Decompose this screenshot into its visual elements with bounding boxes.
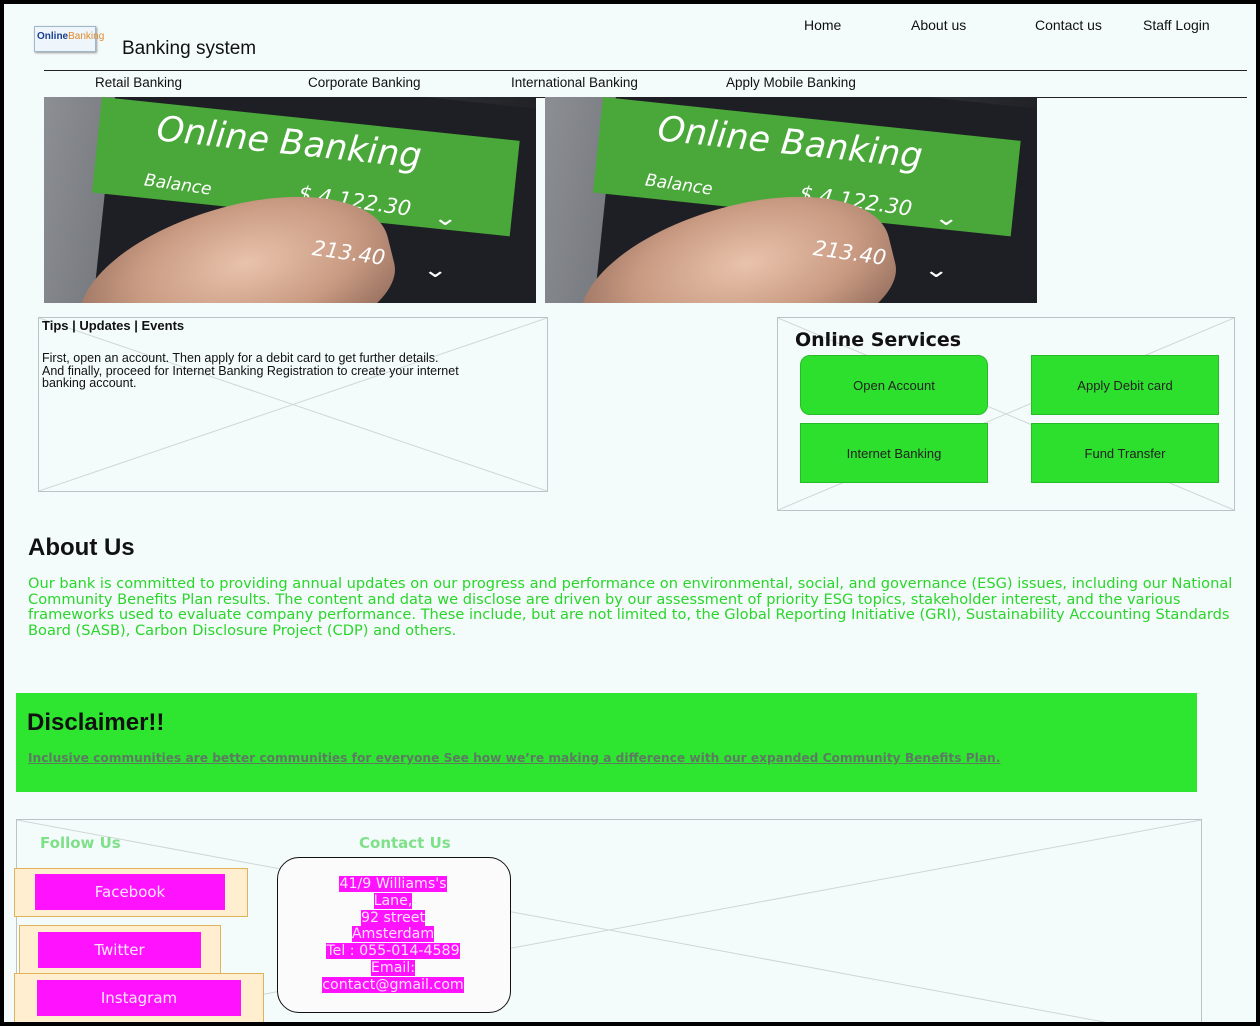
contact-us-title: Contact Us [359,834,451,852]
subnav-international-banking[interactable]: International Banking [511,75,638,90]
subnav-retail-banking[interactable]: Retail Banking [95,75,182,90]
nav-staff-login-link[interactable]: Staff Login [1143,17,1210,33]
page-frame: OnlineBanking Banking system Home About … [0,0,1260,1026]
online-services-title: Online Services [795,329,962,351]
contact-email[interactable]: contact@gmail.com [322,976,464,993]
twitter-button[interactable]: Twitter [38,932,201,968]
hero-image-right: Online Banking Balance $ 4,122.30 ⌄ 213.… [545,97,1037,303]
disclaimer-heading: Disclaimer!! [27,709,165,736]
contact-address-line1: 41/9 Williams's [339,876,447,892]
disclaimer-link[interactable]: Inclusive communities are better communi… [28,752,1178,765]
contact-details: 41/9 Williams's Lane, 92 street Amsterda… [277,876,509,994]
apply-debit-card-button[interactable]: Apply Debit card [1031,355,1219,415]
open-account-button[interactable]: Open Account [800,355,988,415]
header-divider [44,70,1247,71]
subnav-corporate-banking[interactable]: Corporate Banking [308,75,421,90]
tips-panel [38,317,548,492]
subnav-apply-mobile-banking[interactable]: Apply Mobile Banking [726,75,856,90]
tips-title: Tips | Updates | Events [42,318,185,333]
logo-word-online: Online [37,31,69,42]
fund-transfer-button[interactable]: Fund Transfer [1031,423,1219,483]
nav-home-link[interactable]: Home [804,17,841,33]
nav-contact-link[interactable]: Contact us [1035,17,1102,33]
twitter-wrapper: Twitter [19,925,221,975]
contact-email-label: Email: [370,959,416,976]
chevron-down-icon: ⌄ [432,205,459,230]
internet-banking-button[interactable]: Internet Banking [800,423,988,483]
disclaimer-banner [16,693,1197,792]
nav-about-link[interactable]: About us [911,17,966,33]
site-title: Banking system [122,38,257,59]
hero-image-left: Online Banking Balance $ 4,122.30 ⌄ 213.… [44,97,536,303]
contact-address-line2: Lane, [373,892,413,909]
contact-address-line3: 92 street [360,909,426,926]
instagram-wrapper: Instagram [14,973,264,1022]
logo-word-banking: Banking [68,31,105,42]
bank-logo[interactable]: OnlineBanking [34,26,104,52]
contact-phone: Tel : 055-014-4589 [326,943,460,960]
follow-us-title: Follow Us [40,834,121,852]
instagram-button[interactable]: Instagram [37,980,241,1016]
tips-text: First, open an account. Then apply for a… [42,351,459,390]
facebook-button[interactable]: Facebook [35,874,225,910]
chevron-down-icon: ⌄ [933,205,960,230]
chevron-down-icon: ⌄ [422,257,449,282]
about-text: Our bank is committed to providing annua… [28,575,1233,639]
contact-city: Amsterdam [351,926,435,943]
placeholder-cross [39,318,547,491]
facebook-wrapper: Facebook [14,868,248,917]
chevron-down-icon: ⌄ [923,257,950,282]
about-heading: About Us [28,534,135,561]
